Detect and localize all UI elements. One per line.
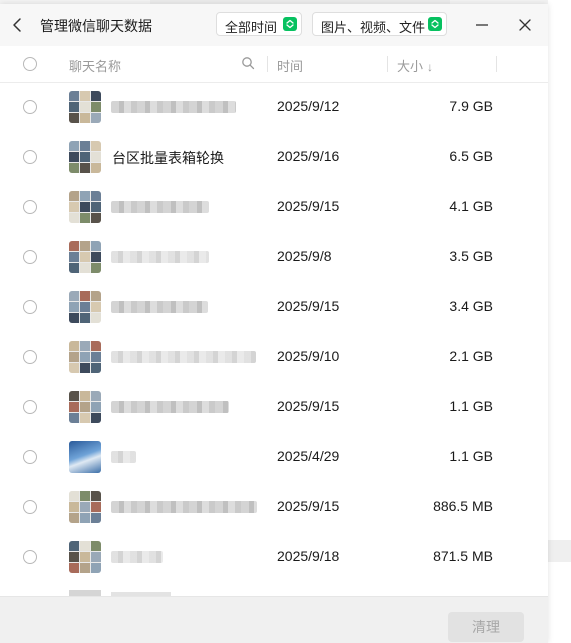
file-type-filter-value: 图片、视频、文件 xyxy=(321,20,426,35)
column-divider xyxy=(496,56,497,72)
file-type-filter-select[interactable]: 图片、视频、文件 xyxy=(312,12,447,36)
row-checkbox[interactable] xyxy=(23,500,37,514)
redacted-chat-name xyxy=(111,301,208,313)
avatar xyxy=(69,191,101,223)
table-row[interactable]: 2025/9/18 871.5 MB xyxy=(0,532,548,582)
table-row[interactable]: 2025/9/15 886.5 MB xyxy=(0,482,548,532)
chat-time: 2025/9/8 xyxy=(277,248,332,264)
row-checkbox[interactable] xyxy=(23,400,37,414)
chat-time: 2025/9/15 xyxy=(277,298,340,314)
chat-time: 2025/9/15 xyxy=(277,498,340,514)
arrow-down-icon: ↓ xyxy=(427,60,434,74)
chat-size: 871.5 MB xyxy=(433,548,493,564)
clean-button[interactable]: 清理 xyxy=(448,612,524,642)
chat-size: 6.5 GB xyxy=(449,148,493,164)
avatar xyxy=(69,491,101,523)
chat-list: 2025/9/12 7.9 GB 台区批量表箱轮换 2025/9/16 6.5 GB 20… xyxy=(0,82,548,600)
row-checkbox[interactable] xyxy=(23,300,37,314)
row-checkbox[interactable] xyxy=(23,350,37,364)
column-divider xyxy=(267,56,268,72)
footer-bar: 清理 xyxy=(0,596,548,643)
table-row[interactable]: 2025/9/15 3.4 GB xyxy=(0,282,548,332)
chat-size: 3.5 GB xyxy=(449,248,493,264)
close-icon xyxy=(519,19,531,31)
redacted-chat-name xyxy=(111,501,257,513)
column-header-name: 聊天名称 xyxy=(69,59,122,74)
title-bar: 管理微信聊天数据 全部时间 图片、视频、文件 xyxy=(0,4,548,47)
table-row[interactable]: 2025/9/12 7.9 GB xyxy=(0,82,548,132)
avatar xyxy=(69,241,101,273)
chat-time: 2025/9/18 xyxy=(277,548,340,564)
avatar xyxy=(69,341,101,373)
chat-time: 2025/4/29 xyxy=(277,448,340,464)
table-header: 聊天名称 时间 大小 ↓ xyxy=(0,46,548,83)
redacted-chat-name xyxy=(111,351,256,363)
redacted-chat-name xyxy=(111,401,229,413)
chat-name: 台区批量表箱轮换 xyxy=(112,150,224,166)
select-all-checkbox[interactable] xyxy=(23,57,37,71)
avatar xyxy=(69,441,101,473)
back-button[interactable] xyxy=(8,14,28,36)
avatar xyxy=(69,391,101,423)
table-row[interactable]: 台区批量表箱轮换 2025/9/16 6.5 GB xyxy=(0,132,548,182)
chat-size: 1.1 GB xyxy=(449,448,493,464)
close-button[interactable] xyxy=(515,15,535,35)
manage-chat-data-window: 管理微信聊天数据 全部时间 图片、视频、文件 聊天名称 时间 大小 ↓ 2025… xyxy=(0,4,548,643)
redacted-chat-name xyxy=(111,551,163,563)
chat-size: 1.1 GB xyxy=(449,398,493,414)
chat-size: 3.4 GB xyxy=(449,298,493,314)
table-row[interactable]: 2025/4/29 1.1 GB xyxy=(0,432,548,482)
row-checkbox[interactable] xyxy=(23,100,37,114)
chat-time: 2025/9/15 xyxy=(277,198,340,214)
chevron-left-icon xyxy=(13,18,21,32)
row-checkbox[interactable] xyxy=(23,550,37,564)
avatar xyxy=(69,141,101,173)
row-checkbox[interactable] xyxy=(23,200,37,214)
background-window xyxy=(548,0,571,643)
time-filter-value: 全部时间 xyxy=(225,20,278,35)
column-header-size-label: 大小 xyxy=(397,59,424,74)
column-header-size[interactable]: 大小 ↓ xyxy=(397,56,433,75)
avatar xyxy=(69,291,101,323)
row-checkbox[interactable] xyxy=(23,250,37,264)
table-row[interactable]: 2025/9/8 3.5 GB xyxy=(0,232,548,282)
avatar xyxy=(69,91,101,123)
redacted-chat-name xyxy=(111,451,136,463)
table-row[interactable]: 2025/9/15 4.1 GB xyxy=(0,182,548,232)
column-header-time[interactable]: 时间 xyxy=(277,56,303,75)
redacted-chat-name xyxy=(111,251,209,263)
minus-icon xyxy=(476,24,488,26)
chat-time: 2025/9/16 xyxy=(277,148,340,164)
minimize-button[interactable] xyxy=(472,15,492,35)
avatar xyxy=(69,541,101,573)
window-title: 管理微信聊天数据 xyxy=(40,18,152,34)
row-checkbox[interactable] xyxy=(23,450,37,464)
chat-time: 2025/9/12 xyxy=(277,98,340,114)
chat-time: 2025/9/15 xyxy=(277,398,340,414)
table-row[interactable]: 2025/9/10 2.1 GB xyxy=(0,332,548,382)
chat-size: 886.5 MB xyxy=(433,498,493,514)
chat-time: 2025/9/10 xyxy=(277,348,340,364)
chat-size: 7.9 GB xyxy=(449,98,493,114)
row-checkbox[interactable] xyxy=(23,150,37,164)
chat-size: 2.1 GB xyxy=(449,348,493,364)
chevron-updown-icon xyxy=(428,17,442,31)
time-filter-select[interactable]: 全部时间 xyxy=(216,12,302,36)
search-icon[interactable] xyxy=(241,56,255,70)
table-row[interactable]: 2025/9/15 1.1 GB xyxy=(0,382,548,432)
redacted-chat-name xyxy=(111,101,236,113)
chevron-updown-icon xyxy=(283,17,297,31)
column-divider xyxy=(387,56,388,72)
chat-size: 4.1 GB xyxy=(449,198,493,214)
redacted-chat-name xyxy=(111,201,209,213)
